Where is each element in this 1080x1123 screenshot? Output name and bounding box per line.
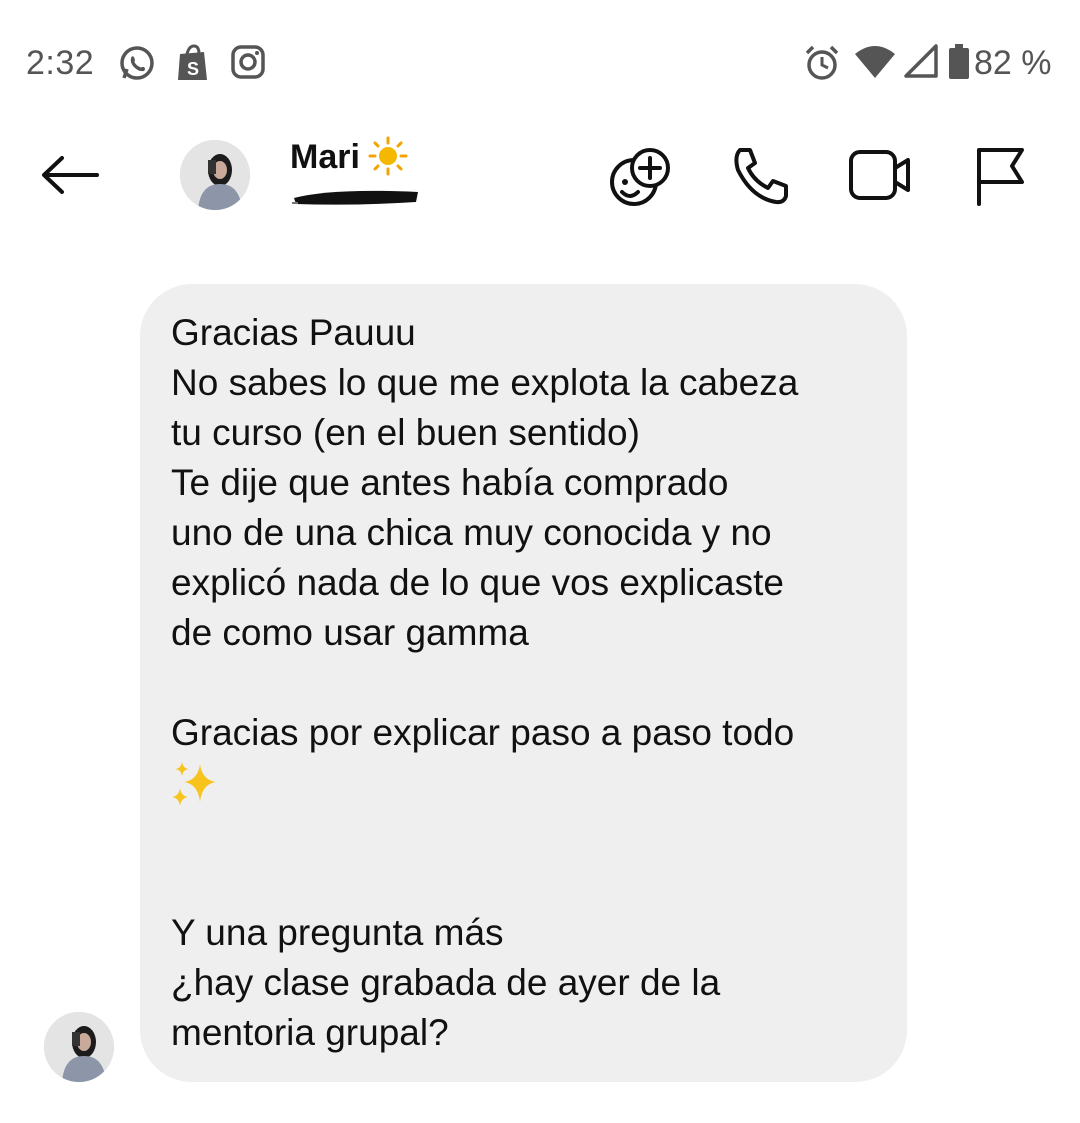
alarm-icon xyxy=(804,44,840,87)
sparkles-icon xyxy=(170,760,220,813)
instagram-icon xyxy=(230,44,266,85)
add-effect-icon[interactable] xyxy=(608,146,672,213)
message-line: mentoria grupal? xyxy=(171,1012,449,1053)
message-line: Gracias Pauuu xyxy=(171,312,416,353)
sender-avatar[interactable] xyxy=(44,1012,114,1082)
message-line: de como usar gamma xyxy=(171,612,529,653)
message-line: No sabes lo que me explota la cabeza xyxy=(171,362,799,403)
contact-name[interactable]: Mari xyxy=(290,138,360,177)
flag-icon[interactable] xyxy=(974,146,1028,211)
status-bar: 2:32 S 82 % xyxy=(0,0,1080,120)
status-time: 2:32 xyxy=(26,44,95,82)
video-icon[interactable] xyxy=(848,148,912,207)
sun-icon xyxy=(368,136,408,181)
chat-header xyxy=(0,120,1080,240)
message-line: uno de una chica muy conocida y no xyxy=(171,512,772,553)
message-line: explicó nada de lo que vos explicaste xyxy=(171,562,784,603)
message-line: Y una pregunta más xyxy=(171,912,504,953)
svg-text:S: S xyxy=(187,59,199,79)
message-line: tu curso (en el buen sentido) xyxy=(171,412,640,453)
battery-icon xyxy=(948,44,970,85)
contact-avatar[interactable] xyxy=(180,140,250,210)
whatsapp-icon xyxy=(118,44,156,87)
back-arrow-icon[interactable] xyxy=(40,154,100,201)
message-line: Gracias por explicar paso a paso todo xyxy=(171,712,795,753)
message-line: ¿hay clase grabada de ayer de la xyxy=(171,962,721,1003)
redacted-username xyxy=(292,186,420,206)
phone-icon[interactable] xyxy=(730,146,790,211)
battery-percent: 82 % xyxy=(974,44,1052,82)
shopify-icon: S xyxy=(176,44,210,87)
signal-icon xyxy=(904,44,938,83)
message-line: Te dije que antes había comprado xyxy=(171,462,729,503)
wifi-icon xyxy=(854,44,896,85)
